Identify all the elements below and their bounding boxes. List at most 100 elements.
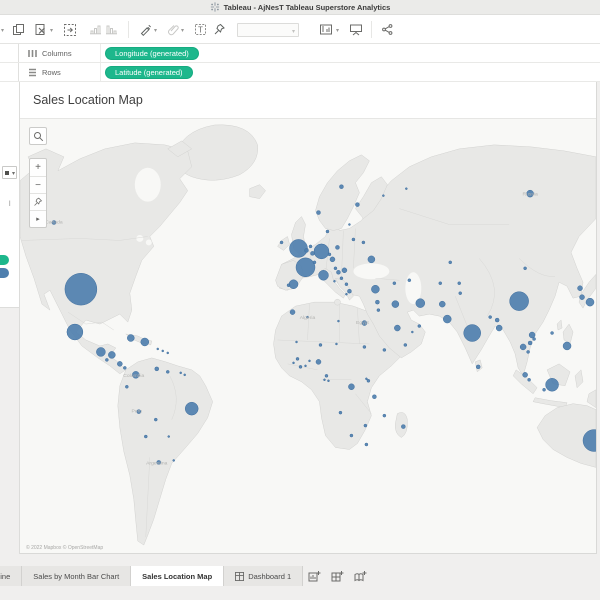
undo-dropdown-caret-icon[interactable]: ▾ bbox=[1, 27, 4, 34]
sales-bubble[interactable] bbox=[352, 238, 355, 241]
sales-bubble[interactable] bbox=[290, 239, 308, 257]
sales-bubble[interactable] bbox=[125, 385, 128, 388]
sales-bubble[interactable] bbox=[108, 351, 115, 358]
sales-bubble[interactable] bbox=[363, 345, 366, 348]
sales-bubble[interactable] bbox=[299, 365, 302, 368]
sales-bubble[interactable] bbox=[449, 261, 452, 264]
sales-bubble[interactable] bbox=[377, 309, 380, 312]
sales-bubble[interactable] bbox=[167, 352, 169, 354]
sales-bubble[interactable] bbox=[383, 414, 386, 417]
sales-bubble[interactable] bbox=[345, 293, 347, 295]
sales-bubble[interactable] bbox=[339, 185, 343, 189]
sales-bubble[interactable] bbox=[166, 370, 169, 373]
show-hide-cards-button[interactable] bbox=[318, 22, 333, 37]
sort-ascending-button[interactable] bbox=[88, 22, 103, 37]
map-search-button[interactable] bbox=[29, 127, 47, 145]
sales-bubble[interactable] bbox=[496, 325, 502, 331]
sales-bubble[interactable] bbox=[443, 315, 451, 323]
sales-bubble[interactable] bbox=[439, 301, 445, 307]
fit-selector[interactable]: ▾ bbox=[237, 23, 299, 37]
swap-rows-columns-button[interactable] bbox=[62, 22, 77, 37]
sales-bubble[interactable] bbox=[340, 277, 343, 280]
sales-bubble[interactable] bbox=[495, 318, 499, 322]
fix-axes-button[interactable] bbox=[212, 22, 227, 37]
sales-bubble[interactable] bbox=[141, 338, 149, 346]
sales-bubble[interactable] bbox=[339, 411, 342, 414]
sales-bubble[interactable] bbox=[342, 268, 347, 273]
sales-bubble[interactable] bbox=[313, 261, 316, 264]
sales-bubble[interactable] bbox=[168, 436, 170, 438]
sales-bubble[interactable] bbox=[287, 284, 290, 287]
sales-bubble[interactable] bbox=[355, 203, 359, 207]
new-story-button[interactable] bbox=[349, 566, 372, 586]
sales-bubble[interactable] bbox=[296, 258, 315, 277]
sales-bubble[interactable] bbox=[155, 367, 159, 371]
sales-bubble[interactable] bbox=[337, 320, 339, 322]
sales-bubble[interactable] bbox=[350, 434, 353, 437]
sales-bubble[interactable] bbox=[439, 282, 442, 285]
sales-bubble[interactable] bbox=[411, 331, 413, 333]
sales-bubble[interactable] bbox=[296, 357, 299, 360]
sales-bubble[interactable] bbox=[334, 267, 337, 270]
sales-bubble[interactable] bbox=[293, 362, 295, 364]
sales-bubble[interactable] bbox=[318, 270, 328, 280]
sales-bubble[interactable] bbox=[533, 337, 536, 340]
sales-bubble[interactable] bbox=[335, 245, 339, 249]
sales-bubble[interactable] bbox=[382, 195, 384, 197]
sales-bubble[interactable] bbox=[325, 374, 328, 377]
sales-bubble[interactable] bbox=[372, 395, 376, 399]
sales-bubble[interactable] bbox=[280, 241, 283, 244]
presentation-mode-button[interactable] bbox=[348, 22, 363, 37]
tab-dashboard-1[interactable]: Dashboard 1 bbox=[224, 566, 303, 586]
sales-bubble[interactable] bbox=[580, 295, 585, 300]
tab-sales-location-map[interactable]: Sales Location Map bbox=[131, 566, 224, 586]
sales-bubble[interactable] bbox=[162, 350, 164, 352]
duplicate-sheet-button[interactable] bbox=[11, 22, 26, 37]
sales-bubble[interactable] bbox=[371, 285, 379, 293]
sales-bubble[interactable] bbox=[365, 378, 367, 380]
sales-bubble[interactable] bbox=[327, 380, 329, 382]
sales-bubble[interactable] bbox=[123, 366, 126, 369]
sales-bubble[interactable] bbox=[524, 267, 527, 270]
sales-bubble[interactable] bbox=[364, 424, 367, 427]
sales-bubble[interactable] bbox=[127, 335, 134, 342]
clear-sheet-caret-icon[interactable]: ▾ bbox=[50, 27, 53, 34]
sales-bubble[interactable] bbox=[173, 459, 175, 461]
new-dashboard-button[interactable] bbox=[326, 566, 349, 586]
sales-bubble[interactable] bbox=[418, 325, 421, 328]
format-link-button[interactable] bbox=[166, 22, 181, 37]
sales-bubble[interactable] bbox=[464, 325, 481, 342]
mark-type-dropdown-cutoff[interactable]: ▾ bbox=[2, 166, 17, 179]
sales-bubble[interactable] bbox=[527, 350, 530, 353]
sales-bubble[interactable] bbox=[309, 245, 312, 248]
sales-bubble[interactable] bbox=[368, 256, 375, 263]
sales-bubble[interactable] bbox=[319, 343, 322, 346]
sales-bubble[interactable] bbox=[416, 299, 425, 308]
sales-bubble[interactable] bbox=[394, 325, 400, 331]
sales-bubble[interactable] bbox=[305, 248, 309, 252]
sales-bubble[interactable] bbox=[326, 230, 329, 233]
sales-bubble[interactable] bbox=[323, 379, 325, 381]
sales-bubble[interactable] bbox=[316, 359, 321, 364]
sales-bubble[interactable] bbox=[348, 384, 354, 390]
sales-bubble[interactable] bbox=[404, 343, 407, 346]
sales-bubble[interactable] bbox=[184, 374, 186, 376]
rows-shelf[interactable]: Rows Latitude (generated) bbox=[0, 63, 600, 82]
sales-bubble[interactable] bbox=[578, 286, 583, 291]
sales-bubble[interactable] bbox=[328, 253, 331, 256]
sales-bubble[interactable] bbox=[96, 347, 105, 356]
sales-bubble[interactable] bbox=[529, 332, 535, 338]
sales-bubble[interactable] bbox=[523, 372, 528, 377]
sales-bubble[interactable] bbox=[144, 435, 147, 438]
sales-bubble[interactable] bbox=[157, 348, 159, 350]
sales-bubble[interactable] bbox=[458, 282, 461, 285]
sales-bubble[interactable] bbox=[185, 402, 198, 415]
sort-descending-button[interactable] bbox=[104, 22, 119, 37]
zoom-home-pin-button[interactable] bbox=[30, 193, 46, 210]
sales-bubble[interactable] bbox=[586, 298, 594, 306]
sales-bubble[interactable] bbox=[543, 388, 546, 391]
clear-sheet-button[interactable] bbox=[33, 22, 48, 37]
tab-sales-by-month-bar-chart[interactable]: Sales by Month Bar Chart bbox=[22, 566, 131, 586]
tab-sparkline[interactable]: Sparkline bbox=[0, 566, 22, 586]
sales-bubble[interactable] bbox=[367, 379, 370, 382]
